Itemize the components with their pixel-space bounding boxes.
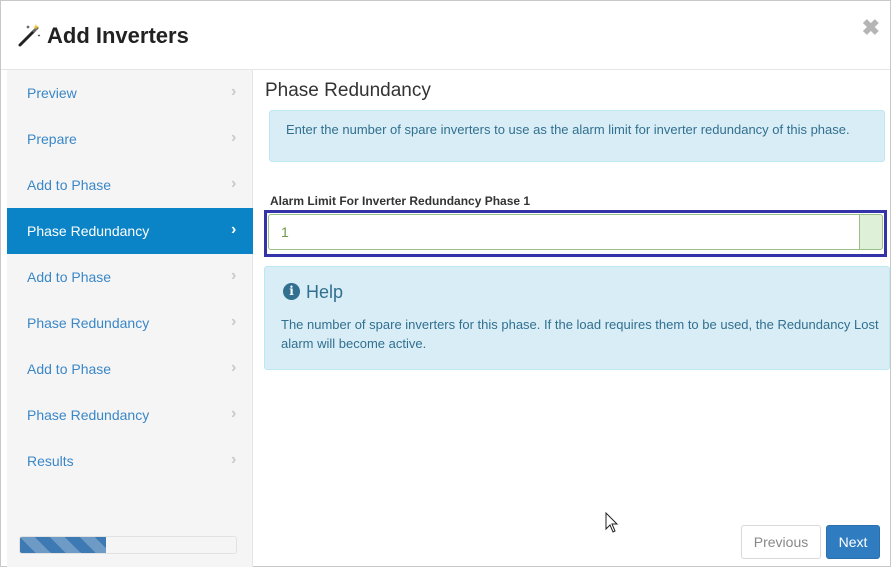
alarm-limit-input[interactable] xyxy=(268,214,859,250)
chevron-right-icon: › xyxy=(231,221,237,238)
wizard-progress-bar xyxy=(19,536,237,554)
help-title: Help xyxy=(306,282,344,302)
sidebar-step-8[interactable]: Phase Redundancy › xyxy=(7,392,253,438)
sidebar-step-2[interactable]: Prepare › xyxy=(7,116,253,162)
chevron-right-icon: › xyxy=(231,451,237,468)
alarm-limit-label: Alarm Limit For Inverter Redundancy Phas… xyxy=(270,194,531,208)
modal-title: Add Inverters xyxy=(47,23,189,48)
sidebar-step-label: Add to Phase xyxy=(27,269,112,285)
chevron-right-icon: › xyxy=(231,83,237,100)
chevron-right-icon: › xyxy=(231,313,237,330)
chevron-right-icon: › xyxy=(231,175,237,192)
sidebar-step-label: Phase Redundancy xyxy=(27,407,150,423)
close-icon[interactable]: ✖ xyxy=(862,17,880,39)
sidebar-step-label: Results xyxy=(27,453,74,469)
sidebar-step-7[interactable]: Add to Phase › xyxy=(7,346,253,392)
chevron-right-icon: › xyxy=(231,359,237,376)
chevron-right-icon: › xyxy=(231,267,237,284)
sidebar-step-6[interactable]: Phase Redundancy › xyxy=(7,300,253,346)
sidebar-step-label: Phase Redundancy xyxy=(27,315,150,331)
sidebar-step-9[interactable]: Results › xyxy=(7,438,253,484)
sidebar-step-label: Preview xyxy=(27,85,77,101)
sidebar-step-1[interactable]: Preview › xyxy=(7,70,253,116)
info-alert: Enter the number of spare inverters to u… xyxy=(269,110,885,162)
next-button[interactable]: Next xyxy=(826,525,880,559)
magic-wand-icon xyxy=(18,24,41,47)
add-inverters-modal: Add Inverters ✖ Preview › Prepare › Add to P… xyxy=(0,0,891,567)
info-circle-icon: i xyxy=(283,283,300,300)
previous-button[interactable]: Previous xyxy=(741,525,821,559)
sidebar-step-label: Add to Phase xyxy=(27,177,112,193)
chevron-right-icon: › xyxy=(231,129,237,146)
sidebar-step-3[interactable]: Add to Phase › xyxy=(7,162,253,208)
help-text: The number of spare inverters for this p… xyxy=(281,317,879,351)
wizard-steps-sidebar: Preview › Prepare › Add to Phase › Phase Redun… xyxy=(7,70,253,567)
input-addon xyxy=(859,214,883,250)
mouse-cursor-icon xyxy=(605,512,619,533)
alarm-limit-input-group xyxy=(268,214,883,250)
sidebar-step-label: Phase Redundancy xyxy=(27,223,150,239)
wizard-progress-fill xyxy=(20,537,107,553)
step-heading: Phase Redundancy xyxy=(265,80,431,101)
help-panel: i Help The number of spare inverters for… xyxy=(264,266,890,370)
sidebar-step-4[interactable]: Phase Redundancy › xyxy=(7,208,253,254)
sidebar-step-label: Add to Phase xyxy=(27,361,112,377)
chevron-right-icon: › xyxy=(231,405,237,422)
step-content: Phase Redundancy Enter the number of spa… xyxy=(253,70,890,567)
modal-header: Add Inverters ✖ xyxy=(1,1,890,70)
sidebar-step-label: Prepare xyxy=(27,131,77,147)
sidebar-step-5[interactable]: Add to Phase › xyxy=(7,254,253,300)
